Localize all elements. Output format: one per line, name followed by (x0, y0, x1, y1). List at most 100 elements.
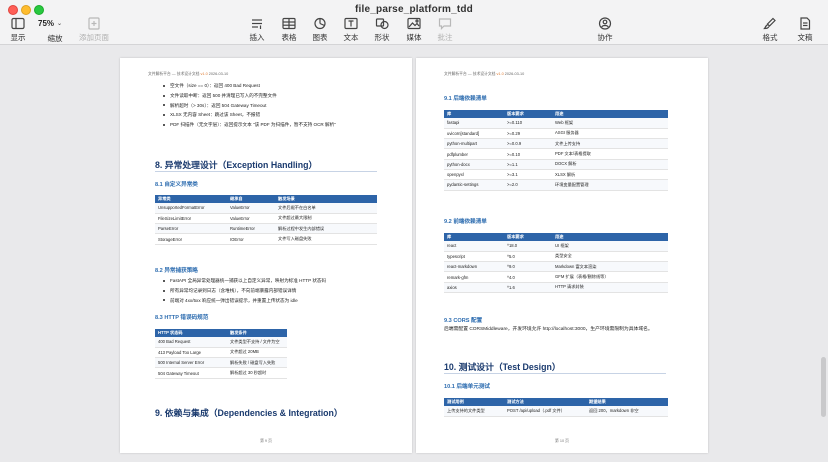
table-cell: ^4.0 (504, 271, 552, 283)
table-header: 用途 (552, 110, 668, 118)
table-cell: 环境变量配置管理 (552, 179, 668, 191)
backend-deps-table: 库 版本要求 用途 fastapi >=0.110 Web 框架 uvicorn[s… (444, 110, 668, 191)
doc-header-version: v1.0 (200, 72, 208, 76)
doc-header-date: 2026-03-10 (504, 72, 525, 76)
insert-icon (249, 17, 265, 30)
table-row: FileSizeLimitError ValueError 文件超过最大限制 (155, 213, 377, 225)
table-cell: GFM 扩展（表格/删除线等） (552, 271, 668, 283)
cors-paragraph: 后端需配置 CORSMiddleware，开发环境允许 http://local… (444, 327, 653, 332)
table-cell: 返回 200，markdown 非空 (586, 406, 668, 417)
zoom-select[interactable]: 75% ⌄ (38, 17, 72, 29)
collaborate-button[interactable]: 协作 (585, 17, 625, 43)
table-cell: 文件超过 20MB (227, 347, 287, 359)
doc-header-date: 2026-03-10 (208, 72, 229, 76)
table-cell: UnsupportedFormatError (155, 203, 227, 214)
table-cell: python-multipart (444, 138, 504, 150)
table-cell: 文件后缀不在白名单 (275, 203, 377, 214)
table-cell: >=0.110 (504, 118, 552, 129)
page-header: 文件解析平台 — 技术设计文档 v1.0 2026-03-10 (148, 72, 388, 77)
table-cell: 解析超过 30 秒超时 (227, 367, 287, 379)
table-row: typescript ^5.0 类型安全 (444, 251, 668, 263)
table-cell: >=1.1 (504, 159, 552, 170)
table-header: 继承自 (227, 195, 275, 203)
table-row: python-multipart >=0.0.9 文件上传支持 (444, 138, 668, 150)
table-row: StorageError IOError 文件写入磁盘失败 (155, 233, 377, 245)
table-header: 库 (444, 233, 504, 241)
shape-label: 形状 (374, 33, 390, 42)
comment-button[interactable]: 批注 (425, 17, 465, 43)
table-cell: ^9.0 (504, 261, 552, 273)
format-button[interactable]: 格式 (750, 17, 790, 43)
add-page-button[interactable]: 添加页面 (74, 17, 114, 43)
vertical-scrollbar[interactable] (821, 357, 826, 417)
list-item: XLSX 无内容 Sheet：跳过该 Sheet，不报错 (162, 110, 336, 120)
table-cell: fastapi (444, 118, 504, 129)
window-title: file_parse_platform_tdd (355, 4, 473, 15)
document-button[interactable]: 文稿 (785, 17, 825, 43)
table-row: fastapi >=0.110 Web 框架 (444, 118, 668, 129)
table-row: pdfplumber >=0.10 PDF 文本/表格提取 (444, 148, 668, 160)
frontend-deps-table: 库 版本要求 用途 react ^18.0 UI 框架 typescript ^5.0… (444, 233, 668, 293)
table-row: 504 Gateway Timeout 解析超过 30 秒超时 (155, 367, 287, 379)
table-cell: 解析失败 / 磁盘写入失败 (227, 357, 287, 369)
table-cell: 类型安全 (552, 251, 668, 263)
table-header: 版本要求 (504, 233, 552, 241)
zoom-value: 75% (38, 18, 55, 28)
table-cell: 文件写入磁盘失败 (275, 233, 377, 245)
subsection-heading: 8.3 HTTP 错误码规范 (155, 315, 209, 321)
view-label: 显示 (10, 33, 26, 42)
text-label: 文本 (343, 33, 359, 42)
table-cell: IOError (227, 233, 275, 245)
heading-rule (444, 373, 666, 374)
document-canvas[interactable]: 文件解析平台 — 技术设计文档 v1.0 2026-03-10 空文件（size… (0, 45, 828, 462)
section-heading: 10. 测试设计（Test Design） (444, 362, 561, 372)
table-cell: 解析过程中发生内部错误 (275, 223, 377, 235)
table-label: 表格 (281, 33, 297, 42)
page-9[interactable]: 文件解析平台 — 技术设计文档 v1.0 2026-03-10 空文件（size… (120, 58, 412, 453)
table-cell: 500 Internal Server Error (155, 357, 227, 369)
table-row: 上传支持的文件类型 POST /api/upload（.pdf 文件） 返回 200… (444, 406, 668, 417)
table-row: 413 Payload Too Large 文件超过 20MB (155, 347, 287, 359)
subsection-heading: 9.2 前端依赖清单 (444, 219, 487, 225)
list-item: FastAPI 全局异常处理器统一捕获以上自定义异常，映射为标准 HTTP 状态… (162, 276, 326, 286)
table-cell: DOCX 解析 (552, 159, 668, 170)
table-cell: XLSX 解析 (552, 169, 668, 181)
heading-rule (155, 171, 377, 172)
list-item: 前端对 4xx/5xx 响应统一弹出错误提示，并重置上传状态为 idle (162, 296, 326, 306)
catch-strategy-list: FastAPI 全局异常处理器统一捕获以上自定义异常，映射为标准 HTTP 状态… (162, 276, 326, 305)
list-item: PDF 扫描件（无文字层）：返回提示文本 "该 PDF 为扫描件，暂不支持 OC… (162, 120, 336, 130)
table-row: python-docx >=1.1 DOCX 解析 (444, 159, 668, 170)
subsection-heading: 8.1 自定义异常类 (155, 182, 198, 188)
list-item: 空文件（size == 0）：返回 400 Bad Request (162, 81, 336, 91)
table-header: HTTP 状态码 (155, 329, 227, 337)
table-cell: python-docx (444, 159, 504, 170)
table-cell: >=3.1 (504, 169, 552, 181)
comment-icon (437, 17, 453, 30)
table-cell: 413 Payload Too Large (155, 347, 227, 359)
table-cell: 文件上传支持 (552, 138, 668, 150)
table-cell: typescript (444, 251, 504, 263)
table-cell: >=0.0.9 (504, 138, 552, 150)
table-cell: pdfplumber (444, 148, 504, 160)
add-page-label: 添加页面 (79, 33, 109, 42)
doc-header-title: 文件解析平台 — 技术设计文档 (148, 72, 200, 76)
subsection-heading: 9.3 CORS 配置 (444, 318, 483, 324)
table-row: pydantic-settings >=2.0 环境变量配置管理 (444, 179, 668, 191)
page-header: 文件解析平台 — 技术设计文档 v1.0 2026-03-10 (444, 72, 684, 77)
table-row: react-markdown ^9.0 Markdown 富文本渲染 (444, 261, 668, 273)
table-cell: PDF 文本/表格提取 (552, 148, 668, 160)
table-cell: axios (444, 282, 504, 293)
chart-label: 图表 (312, 33, 328, 42)
section-heading: 9. 依赖与集成（Dependencies & Integration） (155, 408, 343, 418)
window-titlebar: file_parse_platform_tdd 显示 75% ⌄ 缩放 添加页面… (0, 0, 828, 45)
subsection-heading: 10.1 后端单元测试 (444, 384, 491, 390)
table-cell: 上传支持的文件类型 (444, 406, 504, 417)
table-cell: Web 框架 (552, 118, 668, 129)
table-header: 版本要求 (504, 110, 552, 118)
view-button[interactable]: 显示 (0, 17, 38, 43)
table-cell: 400 Bad Request (155, 337, 227, 348)
table-row: remark-gfm ^4.0 GFM 扩展（表格/删除线等） (444, 271, 668, 283)
list-item: 所有异常均记录到日志（含堆栈），不向前端暴露内部错误详情 (162, 286, 326, 296)
table-cell: >=0.29 (504, 128, 552, 140)
page-10[interactable]: 文件解析平台 — 技术设计文档 v1.0 2026-03-10 9.1 后端依赖… (416, 58, 708, 453)
